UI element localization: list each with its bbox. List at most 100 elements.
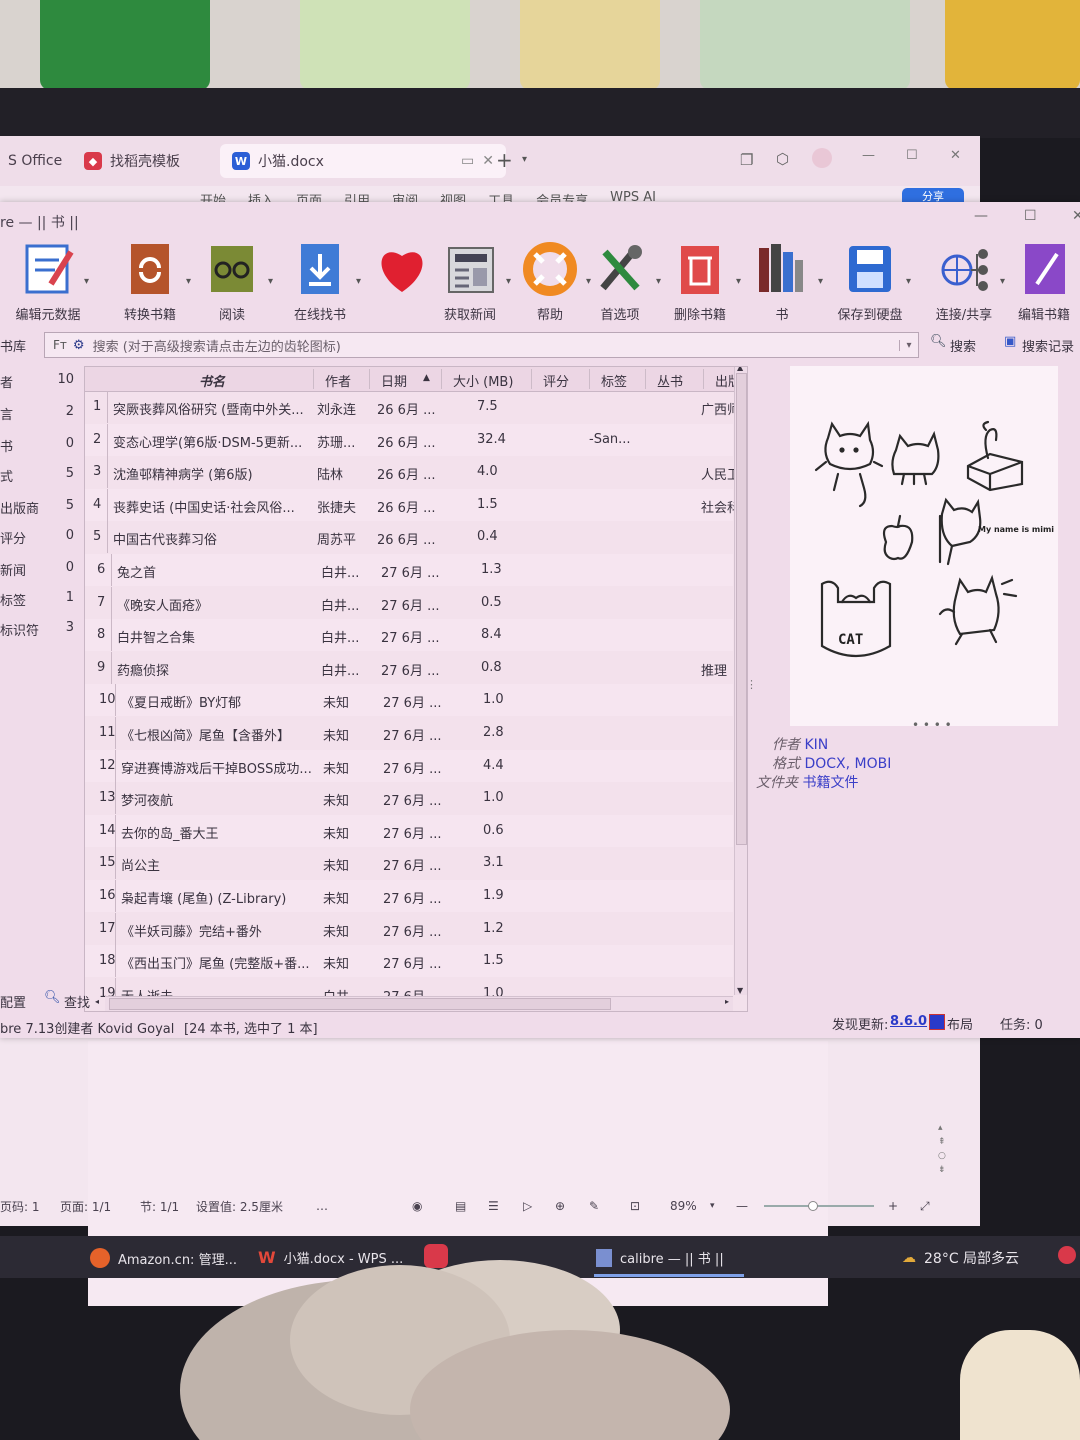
chevron-down-icon[interactable]: ▾ (522, 154, 527, 165)
jobs-status[interactable]: 任务: 0 (1000, 1014, 1043, 1033)
table-row[interactable]: 11 《七根凶简》尾鱼【含番外】 未知 27 6月 ... 2.8 (85, 717, 733, 749)
configure-tags-button[interactable]: 配置 (0, 992, 26, 1011)
toolbar-button-download-books[interactable]: 在线找书 (275, 240, 365, 323)
toolbar-button-save-disk[interactable]: 保存到硬盘 (825, 240, 915, 323)
toolbar-button-connect-share[interactable]: 连接/共享 (919, 240, 1009, 323)
layout-button[interactable]: 布局 (947, 1014, 973, 1033)
column-separator[interactable] (645, 369, 646, 389)
table-row[interactable]: 9 药瘾侦探 白井... 27 6月 ... 0.8 推理 (85, 651, 733, 684)
toolbar-button-library-books[interactable]: 书 (737, 240, 827, 323)
toolbar-button-convert-books[interactable]: 转换书籍 (105, 240, 195, 323)
toolbar-button-read-book[interactable]: 阅读 (187, 240, 277, 323)
close-icon[interactable]: ✕ (950, 148, 961, 163)
toolbar-dropdown-icon[interactable]: ▾ (818, 276, 823, 287)
saved-searches-button[interactable]: 搜索记录 (1022, 336, 1074, 355)
author-link[interactable]: KIN (804, 737, 828, 753)
calibre-minimize-icon[interactable]: — (974, 208, 988, 224)
column-header[interactable]: 大小 (MB) (453, 371, 513, 390)
table-row[interactable]: 6 兔之首 白井... 27 6月 ... 1.3 (85, 554, 733, 586)
book-list[interactable]: 书名 作者 日期 大小 (MB) 评分 标签 丛书 出版 ▲ 1 突厥丧葬风俗研究 (暨南中外关.… (84, 366, 748, 1012)
toolbar-button-preferences-tools[interactable]: 首选项 (575, 240, 665, 323)
find-icon[interactable]: 🔍︎ (44, 990, 61, 1005)
column-separator[interactable] (703, 369, 704, 389)
search-input[interactable]: Fт ⚙ 搜索 (对于高级搜索请点击左边的齿轮图标) ▾ (44, 332, 919, 358)
toolbar-dropdown-icon[interactable]: ▾ (906, 276, 911, 287)
column-header[interactable]: 书名 (199, 371, 225, 390)
fullscreen-icon[interactable]: ⤢ (920, 1199, 930, 1214)
text-format-icon[interactable]: Fт (53, 338, 67, 352)
book-cover[interactable]: My name is mimi CAT (790, 366, 1058, 726)
cover-splitter-handle[interactable]: • • • • (912, 718, 952, 732)
zoom-level[interactable]: 89% (670, 1199, 697, 1213)
zoom-slider[interactable] (764, 1205, 874, 1207)
zoom-in-icon[interactable]: + (888, 1199, 898, 1213)
tag-browser-item[interactable]: 标签 1 (0, 590, 84, 609)
new-tab-icon[interactable]: + (496, 148, 513, 172)
maximize-icon[interactable]: ☐ (906, 148, 918, 163)
outline-icon[interactable]: ☰ (488, 1199, 499, 1213)
table-row[interactable]: 18 《西出玉门》尾鱼 (完整版+番... 未知 27 6月 ... 1.5 (85, 945, 733, 978)
tag-browser-item[interactable]: 标识符 3 (0, 620, 84, 639)
find-button[interactable]: 查找 (64, 992, 90, 1011)
column-header[interactable]: 日期 (381, 371, 407, 390)
window-layout-icon[interactable]: ❐ (740, 151, 753, 169)
table-row[interactable]: 14 去你的岛_番大王 未知 27 6月 ... 0.6 (85, 814, 733, 847)
zoom-out-icon[interactable]: — (736, 1199, 748, 1213)
table-row[interactable]: 5 中国古代丧葬习俗 周苏平 26 6月 ... 0.4 (85, 521, 733, 554)
layout-icon[interactable] (929, 1014, 945, 1030)
status-more-icon[interactable]: … (316, 1199, 328, 1213)
tag-browser-item[interactable]: 者 10 (0, 372, 84, 391)
search-dropdown-icon[interactable]: ▾ (899, 339, 918, 351)
table-row[interactable]: 3 沈渔邨精神病学 (第6版) 陆林 26 6月 ... 4.0 人民卫 (85, 456, 740, 489)
toolbar-dropdown-icon[interactable]: ▾ (268, 276, 273, 287)
table-row[interactable]: 15 尚公主 未知 27 6月 ... 3.1 (85, 847, 733, 880)
sort-ascending-icon[interactable]: ▲ (423, 373, 430, 383)
tab-close-icon[interactable]: ✕ (482, 153, 494, 169)
column-separator[interactable] (589, 369, 590, 389)
tab-screen-icon[interactable]: ▭ (461, 153, 474, 169)
toolbar-dropdown-icon[interactable]: ▾ (84, 276, 89, 287)
tag-browser-item[interactable]: 言2 (0, 404, 84, 423)
column-header[interactable]: 作者 (325, 371, 351, 390)
table-row[interactable]: 7 《晚安人面疮》 白井... 27 6月 ... 0.5 (85, 586, 733, 619)
column-header[interactable]: 标签 (601, 371, 627, 390)
table-row[interactable]: 12 穿进赛博游戏后干掉BOSS成功... 未知 27 6月 ... 4.4 (85, 749, 733, 782)
column-header[interactable]: 丛书 (657, 371, 683, 390)
column-separator[interactable] (441, 369, 442, 389)
page-view-icon[interactable]: ▤ (455, 1199, 466, 1213)
cube-icon[interactable]: ⬡ (776, 150, 789, 168)
pen-icon[interactable]: ✎ (589, 1199, 599, 1213)
toolbar-button-news[interactable]: 获取新闻 (425, 240, 515, 323)
table-row[interactable]: 10 《夏日戒断》BY灯郁 未知 27 6月 ... 1.0 (85, 684, 733, 717)
tab-office[interactable]: S Office (0, 144, 74, 178)
calibre-maximize-icon[interactable]: ☐ (1024, 208, 1037, 224)
column-separator[interactable] (531, 369, 532, 389)
gear-icon[interactable]: ⚙ (73, 338, 85, 353)
scroll-up-icon[interactable]: ▲ (737, 367, 743, 372)
scrollbar-thumb[interactable] (736, 373, 747, 845)
table-row[interactable]: 13 梦河夜航 未知 27 6月 ... 1.0 (85, 782, 733, 815)
tag-browser-item[interactable]: 式5 (0, 466, 84, 485)
table-row[interactable]: 1 突厥丧葬风俗研究 (暨南中外关... 刘永连 26 6月 ... 7.5 广西师 (85, 391, 740, 423)
table-row[interactable]: 2 变态心理学(第6版·DSM-5更新... 苏珊... 26 6月 ... 32.4 -… (85, 423, 733, 456)
web-view-icon[interactable]: ⊕ (555, 1199, 565, 1213)
table-row[interactable]: 16 枭起青壤 (尾鱼) (Z-Library) 未知 27 6月 ... 1.9 (85, 880, 733, 912)
tag-browser-item[interactable]: 出版商 5 (0, 498, 84, 517)
toolbar-button-trash[interactable]: 删除书籍 (655, 240, 745, 323)
zoom-slider-handle[interactable] (808, 1201, 818, 1211)
avatar[interactable] (812, 148, 832, 168)
toolbar-button-edit-book[interactable]: 编辑书籍 (999, 240, 1080, 323)
update-version-link[interactable]: 8.6.0 (890, 1014, 927, 1029)
tag-browser-item[interactable]: 新闻 0 (0, 560, 84, 579)
calibre-close-icon[interactable]: ✕ (1072, 208, 1080, 224)
zoom-dropdown-icon[interactable]: ▾ (710, 1201, 715, 1211)
tag-browser-item[interactable]: 书0 (0, 436, 84, 455)
tray-icon[interactable] (1058, 1246, 1076, 1264)
table-row[interactable]: 8 白井智之合集 白井... 27 6月 ... 8.4 (85, 619, 733, 652)
minimize-icon[interactable]: — (862, 148, 875, 163)
column-separator[interactable] (313, 369, 314, 389)
splitter-handle[interactable]: ⋮ (746, 679, 757, 690)
folder-link[interactable]: 书籍文件 (802, 775, 858, 791)
column-header[interactable]: 评分 (543, 371, 569, 390)
fit-icon[interactable]: ⊡ (630, 1199, 640, 1213)
